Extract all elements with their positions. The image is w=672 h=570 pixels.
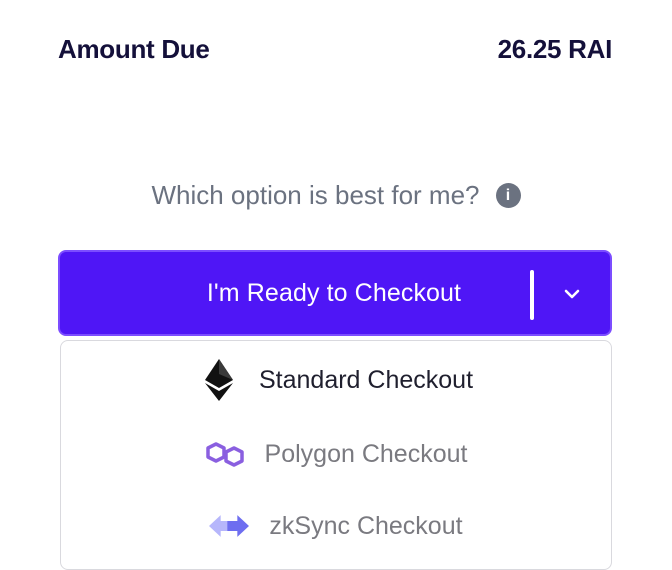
option-standard-checkout[interactable]: Standard Checkout — [61, 349, 611, 411]
option-zksync-checkout[interactable]: zkSync Checkout — [61, 495, 611, 557]
ethereum-icon — [199, 359, 239, 401]
checkout-options-menu: Standard Checkout Polygon Checkout zkSyn… — [60, 340, 612, 570]
chevron-down-icon[interactable] — [560, 282, 584, 306]
option-label: zkSync Checkout — [269, 511, 463, 540]
amount-due-row: Amount Due 26.25 RAI — [58, 34, 612, 65]
info-icon[interactable]: i — [495, 183, 521, 208]
help-text[interactable]: Which option is best for me? — [151, 180, 479, 211]
option-polygon-checkout[interactable]: Polygon Checkout — [61, 423, 611, 485]
button-divider — [530, 270, 534, 320]
polygon-icon — [205, 434, 245, 474]
option-label: Polygon Checkout — [264, 439, 468, 468]
option-label: Standard Checkout — [258, 365, 474, 394]
zksync-icon — [209, 506, 250, 546]
help-row: Which option is best for me? i — [0, 180, 672, 211]
amount-due-label: Amount Due — [58, 34, 210, 64]
amount-due-value: 26.25 RAI — [497, 34, 613, 64]
checkout-button[interactable]: I'm Ready to Checkout — [58, 250, 612, 336]
checkout-button-label: I'm Ready to Checkout — [206, 278, 462, 307]
